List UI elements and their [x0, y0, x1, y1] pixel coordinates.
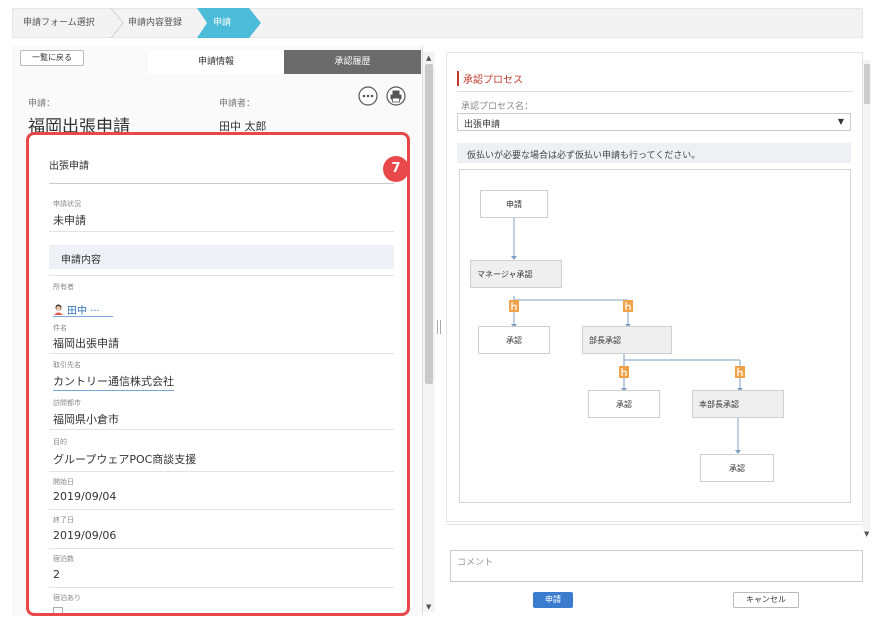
divider [49, 353, 394, 354]
flow-node-approve-1: 承認 [478, 326, 550, 354]
city-value: 福岡県小倉市 [53, 413, 119, 426]
divider [49, 275, 394, 276]
right-scrollbar-thumb[interactable] [864, 64, 870, 104]
scroll-down-icon[interactable]: ▼ [426, 603, 431, 611]
city-label: 訪問都市 [53, 399, 81, 407]
subject-value: 福岡出張申請 [53, 337, 119, 350]
pane-splitter-handle[interactable] [437, 320, 441, 334]
process-select-value: 出張申請 [464, 120, 501, 130]
process-note: 仮払いが必要な場合は必ず仮払い申請も行ってください。 [457, 143, 851, 163]
divider [49, 509, 394, 510]
nights-label: 宿泊数 [53, 555, 74, 563]
print-icon[interactable] [386, 86, 406, 106]
cancel-button[interactable]: キャンセル [733, 592, 799, 608]
flow-node-manager: マネージャ承認 [470, 260, 562, 288]
flow-node-approve-2: 承認 [588, 390, 660, 418]
client-link[interactable]: カントリー通信株式会社 [53, 373, 174, 391]
step-badge: 7 [383, 156, 409, 182]
stay-label: 宿泊あり [53, 594, 81, 602]
divider [49, 429, 394, 430]
start-date-value: 2019/09/04 [53, 490, 117, 503]
breadcrumb-item-submit[interactable]: 申請 [213, 10, 231, 36]
divider [49, 471, 394, 472]
approval-process-pane: 承認プロセス 承認プロセス名： 出張申請 ▼ 仮払いが必要な場合は必ず仮払い申請… [446, 52, 863, 522]
status-label: 申請状況 [53, 200, 81, 208]
divider [49, 587, 394, 588]
section-header: 申請内容 [49, 245, 394, 269]
flow-node-approve-3: 承認 [700, 454, 774, 482]
flow-node-apply: 申請 [480, 190, 548, 218]
process-name-label: 承認プロセス名： [461, 102, 534, 112]
right-scrollbar[interactable] [863, 60, 871, 530]
stay-checkbox[interactable] [53, 607, 63, 613]
approver-icon [619, 366, 629, 378]
process-note-text: 仮払いが必要な場合は必ず仮払い申請も行ってください。 [467, 151, 701, 161]
client-label: 取引先名 [53, 361, 81, 369]
flow-node-hq-head: 本部長承認 [692, 390, 784, 418]
section-title: 申請内容 [61, 255, 101, 266]
purpose-label: 目的 [53, 438, 67, 446]
breadcrumb-chevron-icon [110, 8, 124, 38]
application-label: 申請： [28, 99, 56, 109]
applicant-label: 申請者： [219, 99, 256, 109]
comment-input[interactable]: コメント [450, 550, 863, 582]
left-scrollbar-thumb[interactable] [425, 64, 433, 384]
approver-icon [509, 300, 519, 312]
scroll-down-icon[interactable]: ▼ [864, 530, 869, 538]
tab-approval-history[interactable]: 承認履歴 [284, 50, 421, 74]
start-date-label: 開始日 [53, 478, 74, 486]
owner-underline [53, 316, 113, 317]
owner-label: 所有者 [53, 283, 74, 291]
form-title-divider [49, 183, 394, 184]
title-divider [457, 91, 853, 92]
approval-process-title: 承認プロセス [457, 71, 523, 86]
status-value: 未申請 [53, 214, 86, 227]
scroll-up-icon[interactable]: ▲ [426, 54, 431, 62]
nights-value: 2 [53, 568, 60, 581]
flow-node-dept-head: 部長承認 [582, 326, 672, 354]
breadcrumb-item-form-select[interactable]: 申請フォーム選択 [23, 10, 95, 36]
tab-application-info[interactable]: 申請情報 [148, 50, 284, 74]
divider [49, 548, 394, 549]
submit-button[interactable]: 申請 [533, 592, 573, 608]
chevron-down-icon: ▼ [837, 117, 844, 126]
form-title: 出張申請 [49, 161, 89, 172]
breadcrumb-item-entry[interactable]: 申請内容登録 [128, 10, 182, 36]
breadcrumb: 申請フォーム選択 申請内容登録 申請 [12, 8, 863, 38]
secondary-panel-header [446, 524, 863, 544]
avatar [54, 304, 63, 315]
end-date-label: 終了日 [53, 516, 74, 524]
more-icon[interactable] [358, 86, 378, 106]
process-select[interactable]: 出張申請 ▼ [457, 113, 851, 131]
end-date-value: 2019/09/06 [53, 529, 117, 542]
subject-label: 件名 [53, 324, 67, 332]
owner-link[interactable]: 田中 ··· [67, 302, 100, 317]
back-to-list-button[interactable]: 一覧に戻る [20, 50, 84, 66]
application-form-panel: 出張申請 申請状況 未申請 申請内容 所有者 田中 ··· 件名 福岡出張申請 … [26, 132, 410, 616]
approval-flow-diagram: 申請 マネージャ承認 承認 部長承認 承認 本部長承認 承認 [459, 169, 851, 503]
divider [49, 231, 394, 232]
approver-icon [735, 366, 745, 378]
purpose-value: グループウェアPOC商談支援 [53, 453, 197, 466]
approver-icon [623, 300, 633, 312]
